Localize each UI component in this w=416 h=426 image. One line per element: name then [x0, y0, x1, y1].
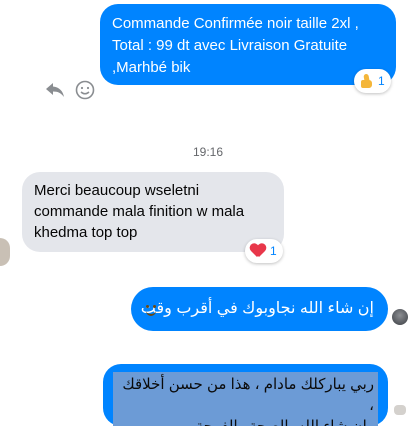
message-line: khedma top top: [34, 224, 138, 241]
smiley-icon[interactable]: [74, 79, 96, 101]
contact-avatar[interactable]: [0, 238, 10, 266]
message-tools: [44, 79, 96, 101]
message-reaction[interactable]: 1: [245, 239, 283, 263]
seen-avatar: [392, 309, 408, 325]
message-line: Commande Confirmée noir taille 2xl ,: [112, 15, 359, 32]
timestamp: 19:16: [192, 145, 224, 159]
message-line: وإن شاء الله بالصحة والفرحة: [117, 416, 374, 426]
message-line: Total : 99 dt avec Livraison Gratuite: [112, 37, 348, 54]
message-line: commande mala finition w mala: [34, 203, 245, 220]
outgoing-message-bubble[interactable]: ربي يباركلك مادام ، هذا من حسن أخلاقك ، …: [103, 364, 388, 426]
selected-text[interactable]: ربي يباركلك مادام ، هذا من حسن أخلاقك ، …: [113, 372, 378, 426]
reaction-count: 1: [270, 244, 277, 258]
heart-icon: [250, 244, 266, 258]
message-text: إن شاء الله نجاوبوك في أقرب وقت: [140, 300, 374, 317]
message-line: ربي يباركلك مادام ، هذا من حسن أخلاقك ،: [122, 376, 374, 414]
outgoing-message-bubble[interactable]: Commande Confirmée noir taille 2xl , Tot…: [100, 4, 396, 85]
seen-avatar: [394, 405, 406, 415]
thumbs-up-icon: [359, 73, 374, 89]
reaction-count: 1: [378, 74, 385, 88]
message-line: Merci beaucoup wseletni: [34, 182, 200, 199]
message-reaction[interactable]: 1: [354, 69, 391, 93]
incoming-message-bubble[interactable]: Merci beaucoup wseletni commande mala fi…: [22, 172, 284, 252]
reply-icon[interactable]: [44, 79, 66, 101]
outgoing-message-bubble[interactable]: إن شاء الله نجاوبوك في أقرب وقت: [131, 287, 388, 331]
message-line: ,Marhbé bik: [112, 59, 191, 76]
